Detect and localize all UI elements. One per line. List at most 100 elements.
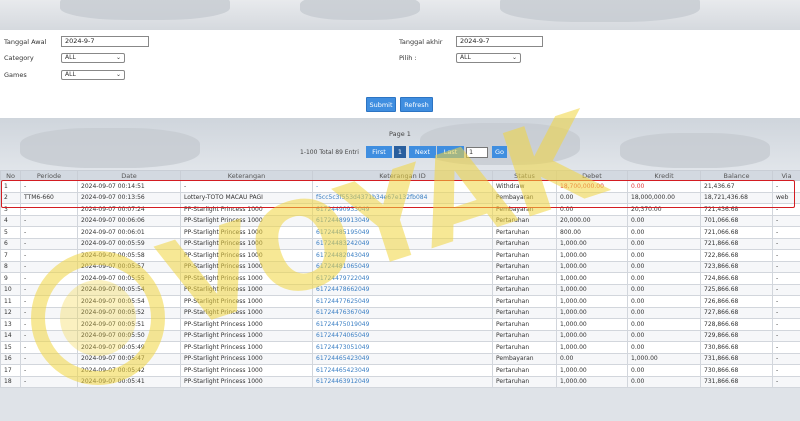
table-row: 10-2024-09-07 00:05:54 PP-Starlight Princ…	[0, 283, 800, 296]
table-cell-debet: 1,000.00	[556, 341, 628, 354]
pager-current-page[interactable]: 1	[394, 146, 406, 158]
table-cell-keterangan-id[interactable]: 61724482043049	[312, 249, 493, 262]
table-cell-keterangan-id[interactable]: 61724490933049	[312, 203, 493, 216]
table-row: 4-2024-09-07 00:06:06 PP-Starlight Prince…	[0, 214, 800, 227]
table-cell-keterangan-id[interactable]: 61724475019049	[312, 318, 493, 331]
table-cell-status: Pertaruhan	[492, 318, 557, 331]
tanggal-awal-input[interactable]: 2024-9-7	[61, 36, 149, 47]
table-row: 3-2024-09-07 00:07:24 PP-Starlight Prince…	[0, 203, 800, 216]
table-cell-status: Pertaruhan	[492, 341, 557, 354]
pager-first-button[interactable]: First	[366, 146, 392, 158]
table-cell-keterangan-id[interactable]: 61724483242049	[312, 237, 493, 250]
table-cell-balance: 721,436.68	[700, 203, 773, 216]
table-cell-keterangan: PP-Starlight Princess 1000	[180, 226, 313, 239]
table-cell-date: 2024-09-07 00:05:58	[77, 249, 181, 262]
pager-go-button[interactable]: Go	[492, 146, 507, 158]
table-cell-debet: 1,000.00	[556, 295, 628, 308]
table-cell-keterangan-id[interactable]: 61724474065049	[312, 329, 493, 342]
table-cell-date: 2024-09-07 00:06:01	[77, 226, 181, 239]
games-row: Games ALL ⌄	[4, 70, 125, 80]
submit-button[interactable]: Submit	[366, 97, 396, 112]
table-cell-periode: -	[20, 375, 78, 388]
table-cell-balance: 731,866.68	[700, 375, 773, 388]
pager-summary: 1-100 Total 89 Entri	[300, 149, 359, 156]
table-cell-no: 2	[0, 191, 21, 204]
table-cell-date: 2024-09-07 00:05:54	[77, 283, 181, 296]
table-cell-keterangan-id[interactable]: 61724463912049	[312, 375, 493, 388]
table-cell-keterangan-id[interactable]: 61724476367049	[312, 306, 493, 319]
table-cell-no: 5	[0, 226, 21, 239]
table-cell-kredit: 0.00	[627, 237, 701, 250]
table-cell-date: 2024-09-07 00:13:56	[77, 191, 181, 204]
table-cell-kredit: 0.00	[627, 341, 701, 354]
table-cell-keterangan-id[interactable]: 61724477625049	[312, 295, 493, 308]
table-cell-via: -	[772, 203, 800, 216]
table-cell-status: Pertaruhan	[492, 306, 557, 319]
table-cell-via: -	[772, 352, 800, 365]
table-cell-keterangan: PP-Starlight Princess 1000	[180, 341, 313, 354]
table-cell-periode: -	[20, 203, 78, 216]
tanggal-akhir-label: Tanggal akhir	[399, 37, 443, 46]
table-row: 1-2024-09-07 00:14:51- - Withdraw 18,700,00…	[0, 180, 800, 193]
category-select[interactable]: ALL ⌄	[61, 53, 125, 63]
table-cell-debet: 1,000.00	[556, 364, 628, 377]
tanggal-akhir-input[interactable]: 2024-9-7	[456, 36, 543, 47]
table-cell-balance: 18,721,436.68	[700, 191, 773, 204]
table-cell-keterangan-id[interactable]: 61724465423049	[312, 352, 493, 365]
table-cell-keterangan-id[interactable]: 61724465423049	[312, 364, 493, 377]
games-select[interactable]: ALL ⌄	[61, 70, 125, 80]
table-cell-no: 1	[0, 180, 21, 193]
pilih-select[interactable]: ALL ⌄	[456, 53, 521, 63]
category-row: Category ALL ⌄	[4, 53, 125, 63]
table-cell-date: 2024-09-07 00:05:51	[77, 318, 181, 331]
table-cell-periode: -	[20, 329, 78, 342]
table-cell-kredit: 0.00	[627, 260, 701, 273]
table-row: 7-2024-09-07 00:05:58 PP-Starlight Prince…	[0, 249, 800, 262]
table-cell-balance: 722,866.68	[700, 249, 773, 262]
table-cell-periode: -	[20, 318, 78, 331]
table-header-row: No Periode Date Keterangan Keterangan ID Stat…	[0, 170, 800, 181]
table-cell-date: 2024-09-07 00:05:52	[77, 306, 181, 319]
table-cell-periode: -	[20, 249, 78, 262]
table-cell-keterangan-id[interactable]: 61724481065049	[312, 260, 493, 273]
table-cell-debet: 20,000.00	[556, 214, 628, 227]
table-cell-keterangan: PP-Starlight Princess 1000	[180, 260, 313, 273]
table-row: 16-2024-09-07 00:05:47 PP-Starlight Princ…	[0, 352, 800, 365]
table-cell-keterangan-id[interactable]: 61724489913049	[312, 214, 493, 227]
table-cell-kredit: 0.00	[627, 295, 701, 308]
table-cell-date: 2024-09-07 00:07:24	[77, 203, 181, 216]
table-cell-via: web	[772, 191, 800, 204]
table-row: 9-2024-09-07 00:05:55 PP-Starlight Prince…	[0, 272, 800, 285]
map-middle-background	[0, 118, 800, 170]
table-cell-keterangan-id[interactable]: 61724485195049	[312, 226, 493, 239]
table-cell-via: -	[772, 214, 800, 227]
table-cell-balance: 721,866.68	[700, 237, 773, 250]
chevron-down-icon: ⌄	[115, 71, 121, 78]
table-cell-balance: 728,866.68	[700, 318, 773, 331]
table-cell-keterangan-id[interactable]: 61724479722049	[312, 272, 493, 285]
table-body: 1-2024-09-07 00:14:51- - Withdraw 18,700,00…	[0, 180, 800, 388]
table-cell-keterangan-id[interactable]: 61724478662049	[312, 283, 493, 296]
table-cell-balance: 729,866.68	[700, 329, 773, 342]
table-cell-balance: 727,866.68	[700, 306, 773, 319]
table-cell-periode: -	[20, 272, 78, 285]
table-cell-periode: -	[20, 295, 78, 308]
table-cell-keterangan-id[interactable]: 61724473051049	[312, 341, 493, 354]
table-cell-keterangan-id: -	[312, 180, 493, 193]
table-row: 14-2024-09-07 00:05:50 PP-Starlight Princ…	[0, 329, 800, 342]
refresh-button[interactable]: Refresh	[400, 97, 433, 112]
table-cell-no: 13	[0, 318, 21, 331]
pager-next-button[interactable]: Next	[409, 146, 436, 158]
table-cell-keterangan: PP-Starlight Princess 1000	[180, 329, 313, 342]
table-cell-balance: 725,866.68	[700, 283, 773, 296]
table-cell-debet: 0.00	[556, 191, 628, 204]
table-cell-periode: -	[20, 352, 78, 365]
table-cell-status: Pertaruhan	[492, 237, 557, 250]
table-cell-keterangan-id[interactable]: f5cc5c3f553d4371b34e67e132fb084	[312, 191, 493, 204]
table-cell-no: 16	[0, 352, 21, 365]
page-number-input[interactable]: 1	[466, 147, 488, 158]
table-row: 15-2024-09-07 00:05:49 PP-Starlight Princ…	[0, 341, 800, 354]
table-cell-balance: 701,066.68	[700, 214, 773, 227]
column-header-date: Date	[77, 170, 181, 181]
pager-last-button[interactable]: Last	[437, 146, 464, 158]
